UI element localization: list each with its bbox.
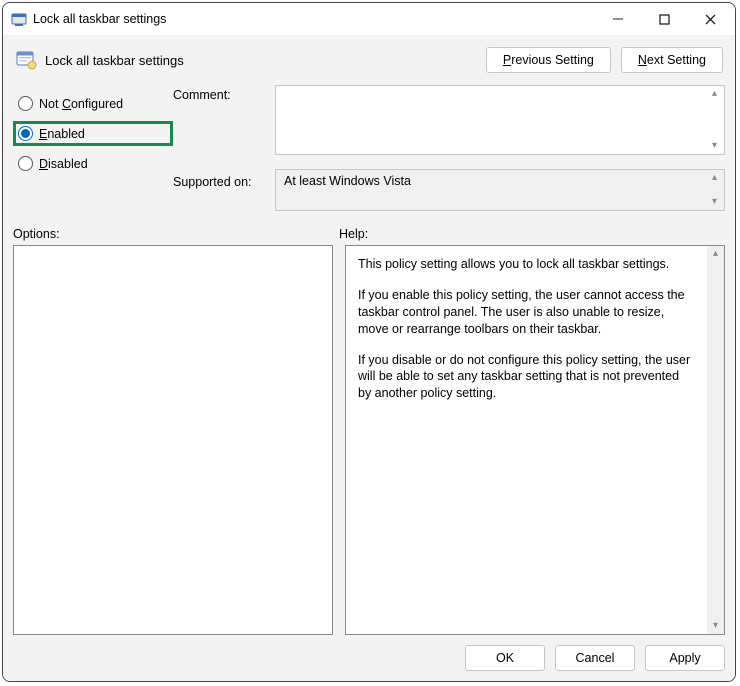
scroll-arrows: ▴▾ [706,87,723,153]
comment-label: Comment: [173,85,269,102]
radio-label: Disabled [39,157,88,171]
next-setting-button[interactable]: Next Setting [621,47,723,73]
help-paragraph: This policy setting allows you to lock a… [358,256,695,273]
nav-buttons: Previous Setting Next Setting [486,47,723,73]
options-pane [13,245,333,635]
radio-not-configured[interactable]: Not Configured [13,91,173,116]
app-icon [11,11,27,27]
previous-setting-button[interactable]: Previous Setting [486,47,611,73]
scroll-down-icon[interactable]: ▾ [706,195,723,209]
scroll-arrows: ▴▾ [706,171,723,209]
policy-title: Lock all taskbar settings [45,53,486,68]
window-title: Lock all taskbar settings [33,12,595,26]
dialog-footer: OK Cancel Apply [13,635,725,671]
scroll-up-icon[interactable]: ▴ [706,171,723,185]
fields-grid: Comment: ▴▾ Supported on: At least Windo… [173,85,725,211]
apply-button[interactable]: Apply [645,645,725,671]
window-body: Lock all taskbar settings Previous Setti… [3,35,735,681]
radio-disabled[interactable]: Disabled [13,151,173,176]
header-row: Lock all taskbar settings Previous Setti… [13,35,725,81]
help-paragraph: If you enable this policy setting, the u… [358,287,695,338]
lower-labels: Options: Help: [13,227,725,241]
radio-enabled[interactable]: Enabled [13,121,173,146]
radio-icon [18,156,33,171]
policy-icon [15,49,37,71]
panes: This policy setting allows you to lock a… [13,245,725,635]
help-text: This policy setting allows you to lock a… [346,246,707,634]
config-area: Not Configured Enabled Disabled Comment:… [13,85,725,211]
radio-label: Enabled [39,127,85,141]
state-radio-group: Not Configured Enabled Disabled [13,85,173,211]
help-scrollbar[interactable]: ▴ ▾ [707,246,724,634]
radio-icon [18,96,33,111]
close-button[interactable] [687,4,733,34]
maximize-button[interactable] [641,4,687,34]
scroll-up-icon[interactable]: ▴ [706,87,723,101]
minimize-button[interactable] [595,4,641,34]
supported-label: Supported on: [173,169,269,189]
titlebar: Lock all taskbar settings [3,3,735,35]
supported-on-value: At least Windows Vista [284,174,411,188]
window-controls [595,4,733,34]
scroll-down-icon[interactable]: ▾ [707,618,724,634]
scroll-up-icon[interactable]: ▴ [707,246,724,262]
supported-on-box: At least Windows Vista ▴▾ [275,169,725,211]
ok-button[interactable]: OK [465,645,545,671]
options-label: Options: [13,227,339,241]
cancel-button[interactable]: Cancel [555,645,635,671]
help-label: Help: [339,227,368,241]
radio-icon [18,126,33,141]
help-pane: This policy setting allows you to lock a… [345,245,725,635]
comment-textarea[interactable]: ▴▾ [275,85,725,155]
help-paragraph: If you disable or do not configure this … [358,352,695,403]
scroll-down-icon[interactable]: ▾ [706,139,723,153]
radio-label: Not Configured [39,97,123,111]
policy-editor-window: Lock all taskbar settings [2,2,736,682]
